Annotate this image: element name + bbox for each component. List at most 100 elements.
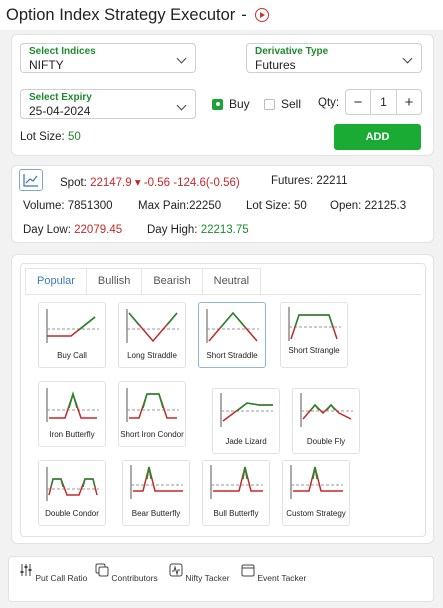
day-low-value: 22079.45 [74, 224, 123, 236]
strategy-short-strangle[interactable]: Short Strangle [280, 302, 348, 368]
short-straddle-payoff-icon [206, 309, 259, 343]
strategy-bear-butterfly[interactable]: Bear Butterfly [122, 460, 190, 526]
strategy-card: Popular Bullish Bearish Neutral Buy Call [11, 254, 434, 544]
market-info-card: Spot: 22147.9 ▾ -0.56 -124.6(-0.56) Futu… [11, 165, 434, 243]
buy-label: Buy [229, 97, 250, 111]
spot-change: -0.56 [143, 177, 171, 189]
derivative-type-label: Derivative Type [255, 46, 329, 57]
strategy-tabs: Popular Bullish Bearish Neutral [25, 268, 262, 294]
strategy-label: Double Condor [45, 509, 99, 518]
strategy-label: Bull Butterfly [213, 509, 259, 518]
strategy-label: Short Strangle [288, 346, 340, 355]
day-low-label: Day Low: [23, 224, 71, 236]
add-button[interactable]: ADD [334, 124, 421, 150]
page-title: Option Index Strategy Executor [6, 5, 236, 24]
derivative-type-dropdown[interactable]: Derivative Type Futures [246, 43, 422, 73]
strategy-bull-butterfly[interactable]: Bull Butterfly [202, 460, 270, 526]
bottom-nav: Put Call Ratio Contributors Nifty Tacker… [8, 556, 434, 602]
title-separator: - [241, 5, 247, 24]
play-circle-icon[interactable] [254, 8, 269, 22]
qty-decrement-button[interactable]: − [346, 94, 370, 111]
strategy-double-condor[interactable]: Double Condor [38, 460, 106, 526]
sell-checkbox[interactable] [264, 98, 275, 110]
chevron-down-icon [176, 53, 187, 64]
order-form-card: Select Indices NIFTY Derivative Type Fut… [11, 34, 434, 156]
strategy-short-straddle[interactable]: Short Straddle [198, 302, 266, 368]
buy-checkbox[interactable] [212, 98, 223, 110]
spot-label: Spot: [60, 177, 87, 189]
custom-strategy-payoff-icon [290, 465, 343, 499]
jade-lizard-payoff-icon [220, 393, 273, 427]
select-expiry-dropdown[interactable]: Select Expiry 25-04-2024 [20, 89, 196, 119]
chevron-down-icon [176, 100, 187, 111]
strategy-long-straddle[interactable]: Long Straddle [118, 302, 186, 368]
open-value: 22125.3 [364, 200, 407, 212]
tab-bearish[interactable]: Bearish [141, 268, 203, 294]
sliders-icon [20, 564, 32, 576]
qty-input[interactable]: 1 [370, 90, 397, 114]
chart-line-icon[interactable] [19, 169, 43, 191]
short-iron-condor-payoff-icon [126, 388, 179, 422]
chevron-down-icon [402, 53, 413, 64]
lot-size-value: 50 [67, 131, 81, 143]
down-arrow-icon: ▾ [134, 177, 141, 189]
qty-increment-button[interactable]: + [397, 94, 421, 111]
short-strangle-payoff-icon [288, 307, 341, 341]
select-indices-dropdown[interactable]: Select Indices NIFTY [20, 43, 196, 73]
strategy-label: Double Fly [306, 437, 346, 446]
strategy-jade-lizard[interactable]: Jade Lizard [212, 388, 280, 454]
buy-call-payoff-icon [46, 309, 99, 343]
tab-popular[interactable]: Popular [25, 268, 87, 294]
max-pain: Max Pain:22250 [138, 200, 222, 212]
spot-change-full: -124.6(-0.56) [173, 177, 240, 189]
tab-divider [25, 294, 421, 295]
strategy-buy-call[interactable]: Buy Call [38, 302, 106, 368]
strategy-panel: Popular Bullish Bearish Neutral Buy Call [20, 263, 426, 537]
sell-label: Sell [281, 97, 302, 111]
bull-butterfly-payoff-icon [210, 465, 263, 499]
nav-label: Nifty Tacker [185, 573, 230, 583]
futures-value: 22211 [316, 175, 348, 187]
layers-icon [95, 563, 109, 577]
futures-price: Futures: 22211 [271, 175, 348, 187]
app-header: Option Index Strategy Executor - [0, 0, 443, 30]
nav-event-tacker[interactable]: Event Tacker [241, 563, 306, 583]
spot-price: Spot: 22147.9 ▾ -0.56 -124.6(-0.56) [60, 175, 240, 189]
tab-bullish[interactable]: Bullish [85, 268, 143, 294]
strategy-short-iron-condor[interactable]: Short Iron Condor [118, 381, 186, 447]
long-straddle-payoff-icon [126, 309, 179, 343]
nav-label: Event Tacker [257, 573, 307, 583]
sell-option[interactable]: Sell [264, 97, 301, 111]
qty-label: Qty: [318, 97, 340, 109]
buy-option[interactable]: Buy [212, 97, 250, 111]
select-expiry-label: Select Expiry [29, 92, 92, 103]
bear-butterfly-payoff-icon [130, 465, 183, 499]
nav-label: Contributors [111, 573, 158, 583]
nav-contributors[interactable]: Contributors [95, 563, 158, 583]
strategy-iron-butterfly[interactable]: Iron Butterfly [38, 381, 106, 447]
nav-label: Put Call Ratio [35, 573, 88, 583]
select-indices-label: Select Indices [29, 46, 96, 57]
activity-icon [169, 563, 183, 577]
strategy-label: Buy Call [57, 351, 87, 360]
strategy-label: Bear Butterfly [131, 509, 181, 518]
double-condor-payoff-icon [46, 467, 99, 501]
lot-size-info: Lot Size: 50 [246, 200, 307, 212]
open-price: Open: 22125.3 [330, 200, 406, 212]
strategy-label: Iron Butterfly [49, 430, 95, 439]
nav-put-call-ratio[interactable]: Put Call Ratio [19, 563, 87, 583]
quantity-stepper: − 1 + [345, 89, 422, 115]
tab-neutral[interactable]: Neutral [201, 268, 262, 294]
derivative-type-value: Futures [255, 58, 296, 72]
volume: Volume: 7851300 [23, 200, 113, 212]
select-expiry-value: 25-04-2024 [29, 104, 91, 118]
strategy-double-fly[interactable]: Double Fly [292, 388, 360, 454]
nav-nifty-tacker[interactable]: Nifty Tacker [169, 563, 230, 583]
day-high-label: Day High: [147, 224, 198, 236]
double-fly-payoff-icon [300, 393, 353, 427]
strategy-label: Jade Lizard [225, 437, 267, 446]
strategy-custom-strategy[interactable]: Custom Strategy [282, 460, 350, 526]
day-high-value: 22213.75 [200, 224, 249, 236]
strategy-label: Short Iron Condor [120, 430, 184, 439]
open-label: Open: [330, 200, 362, 212]
